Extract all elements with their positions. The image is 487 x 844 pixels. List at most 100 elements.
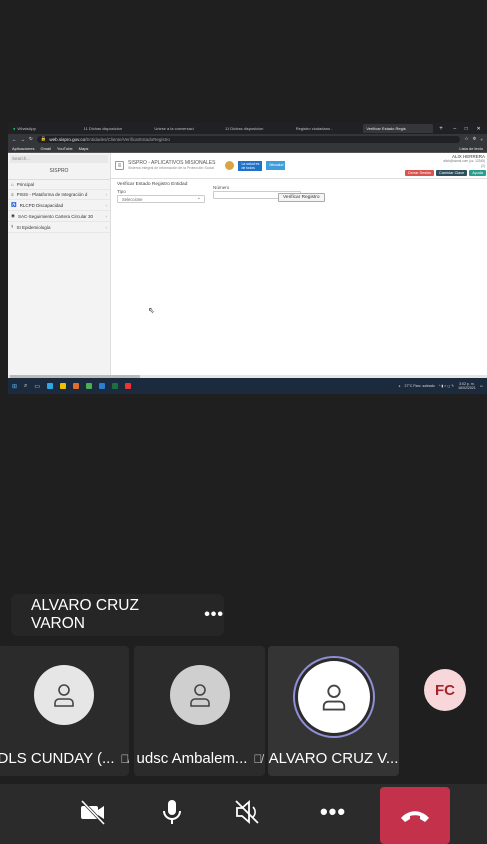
sidebar: Search... SISPRO ⌂ Principal ≡ PISIS - Pla… — [8, 153, 111, 378]
participant-name: udsc Ambalem... — [136, 750, 248, 767]
notification-icon[interactable]: ▭ — [480, 384, 483, 388]
web-app: Search... SISPRO ⌂ Principal ≡ PISIS - Pla… — [8, 153, 487, 378]
tab-label: 11 Dichas disposicion — [225, 126, 264, 131]
tipo-label: Tipo — [117, 189, 126, 194]
browser-tab-active[interactable]: Verificar Estado Regis — [363, 124, 434, 133]
participant-tile[interactable] — [402, 646, 487, 776]
browser-tab[interactable]: 11 Dichas disposicion — [222, 124, 292, 133]
participant-tile-speaking[interactable]: ALVARO CRUZ V... — [268, 646, 399, 776]
url-field[interactable]: 🔒 web.sispro.gov.co/Entidades/Cliente/Ve… — [36, 135, 461, 143]
extensions-icon[interactable]: ✲ — [473, 136, 477, 142]
sidebar-item-rlcpd[interactable]: ♿ RLCPD Discapacidad › — [8, 200, 110, 211]
app-title: SISPRO - APLICATIVOS MISIONALES — [128, 159, 216, 166]
edge-icon[interactable] — [47, 383, 54, 389]
change-password-button[interactable]: Cambiar Clave — [436, 170, 468, 176]
more-icon: ••• — [319, 799, 347, 824]
bookmark-item[interactable]: Maps — [79, 146, 89, 151]
main-content: ≡ SISPRO - APLICATIVOS MISIONALES Sistem… — [111, 153, 487, 378]
bookmark-item[interactable]: YouTube — [57, 146, 73, 151]
participant-tile[interactable]: DLS CUNDAY (... 🎙̸ — [0, 646, 129, 776]
more-options-button[interactable]: ••• — [313, 792, 353, 832]
participant-tile[interactable]: udsc Ambalem... 🎙̸ — [134, 646, 265, 776]
minsalud-logo: Minsalud — [266, 161, 286, 170]
more-options-icon[interactable]: ••• — [204, 606, 224, 624]
sidebar-item-label: SAC-Seguimiento Cartera Circular 30 — [17, 213, 93, 219]
close-icon[interactable]: ✕ — [476, 126, 480, 132]
clock-date: 16/02/2021 — [458, 386, 476, 390]
address-bar-row: ← → ↻ 🔒 web.sispro.gov.co/Entidades/Clie… — [8, 134, 487, 144]
browser-tab[interactable]: Unirse a la conversaci — [151, 124, 221, 133]
help-button[interactable]: Ayuda — [469, 170, 486, 176]
coat-of-arms-logo — [225, 161, 235, 170]
bookmark-item[interactable]: Gmail — [40, 146, 50, 151]
avatar — [33, 665, 94, 725]
sidebar-item-pisis[interactable]: ≡ PISIS - Plataforma de Integración d › — [8, 190, 110, 200]
phone-hangup-icon — [401, 810, 429, 822]
browser-tab-bar: ● WhatsApp 11 Dichas disposicion Unirse a… — [8, 123, 487, 134]
reading-list[interactable]: Lista de lectu — [459, 146, 483, 151]
tab-label: Verificar Estado Regis — [366, 126, 406, 131]
chrome-icon[interactable] — [86, 383, 93, 389]
user-info: ALIX HERRERA alixh@sionsi.com (cc. 12345… — [443, 154, 485, 169]
tab-label: 11 Dichas disposicion — [83, 126, 123, 131]
participant-initials-avatar[interactable]: FC — [424, 669, 466, 711]
close-session-button[interactable]: Cerrar Sesión — [404, 170, 435, 176]
windows-start-icon[interactable]: ⊞ — [12, 383, 17, 390]
tipo-select[interactable]: Seleccione — [117, 195, 205, 203]
tab-label: WhatsApp — [17, 126, 36, 131]
excel-icon[interactable] — [112, 383, 119, 389]
bookmark-item[interactable]: Aplicaciones — [12, 146, 34, 151]
speaker-off-button[interactable] — [227, 792, 267, 832]
url-path: /Entidades/Cliente/VerificarEstadoRegist… — [85, 136, 170, 142]
profile-icon[interactable]: ● — [480, 137, 483, 142]
app-icon[interactable] — [73, 383, 80, 389]
microphone-button[interactable] — [152, 792, 192, 832]
window-controls: – □ ✕ — [449, 126, 485, 132]
chevron-right-icon: › — [105, 202, 108, 208]
sidebar-item-label: PISIS - Plataforma de Integración d — [16, 192, 88, 197]
menu-toggle-icon[interactable]: ≡ — [115, 161, 124, 170]
reload-icon[interactable]: ↻ — [29, 136, 33, 142]
chevron-right-icon: › — [105, 192, 108, 197]
presenter-label: ALVARO CRUZ VARON ••• — [11, 594, 224, 636]
file-explorer-icon[interactable] — [60, 383, 67, 389]
stethoscope-icon: ⚕ — [11, 224, 14, 229]
windows-taskbar: ⊞ ⌕ ▭ ● 27°C Parc. soleado ^ ▮ ◐ ◻ ✎ 3:0… — [8, 378, 487, 394]
task-view-icon[interactable]: ▭ — [34, 383, 40, 390]
sidebar-item-label: SI Epidemiología — [16, 224, 51, 230]
new-tab-icon[interactable]: + — [434, 126, 448, 132]
camera-off-button[interactable] — [73, 792, 113, 832]
weather-text[interactable]: 27°C Parc. soleado — [405, 384, 435, 388]
back-icon[interactable]: ← — [12, 137, 17, 142]
app-icon[interactable] — [125, 383, 132, 389]
person-icon — [53, 684, 74, 707]
tray-icons[interactable]: ^ ▮ ◐ ◻ ✎ — [439, 384, 454, 388]
verify-button[interactable]: Verificar Registro — [278, 193, 325, 202]
sidebar-search-input[interactable]: Search... — [10, 155, 108, 163]
minimize-icon[interactable]: – — [453, 126, 456, 132]
sidebar-item-label: Principal — [16, 182, 34, 187]
person-icon — [189, 684, 210, 707]
participant-strip: DLS CUNDAY (... 🎙̸ udsc Ambalem... 🎙̸ AL… — [0, 646, 487, 776]
app-subtitle: Sistema Integral de Información de la Pr… — [128, 165, 214, 170]
browser-tab[interactable]: Registro ciudadano - — [293, 124, 363, 133]
sidebar-item-epidemiologia[interactable]: ⚕ SI Epidemiología › — [8, 222, 110, 233]
user-code: (2) — [481, 164, 485, 168]
browser-tab[interactable]: ● WhatsApp — [10, 124, 80, 133]
sidebar-item-sac[interactable]: ◉ SAC-Seguimiento Cartera Circular 30 › — [8, 211, 110, 222]
hang-up-button[interactable] — [380, 787, 450, 844]
forward-icon[interactable]: → — [21, 137, 26, 142]
user-email: alixh@sionsi.com (cc. 12345) — [443, 159, 485, 163]
avatar — [297, 661, 370, 733]
participant-name: DLS CUNDAY (... — [0, 750, 115, 767]
participant-name-row: udsc Ambalem... 🎙̸ — [134, 750, 265, 767]
browser-tab[interactable]: 11 Dichas disposicion — [81, 124, 151, 133]
search-icon[interactable]: ⌕ — [24, 383, 27, 390]
clock[interactable]: 3:02 p. m. 16/02/2021 — [458, 382, 476, 390]
sidebar-item-principal[interactable]: ⌂ Principal — [8, 180, 110, 190]
word-icon[interactable] — [99, 383, 106, 389]
maximize-icon[interactable]: □ — [465, 126, 468, 132]
star-icon[interactable]: ☆ — [464, 136, 468, 142]
tab-label: Unirse a la conversaci — [154, 126, 194, 131]
call-controls: ••• — [0, 784, 487, 844]
